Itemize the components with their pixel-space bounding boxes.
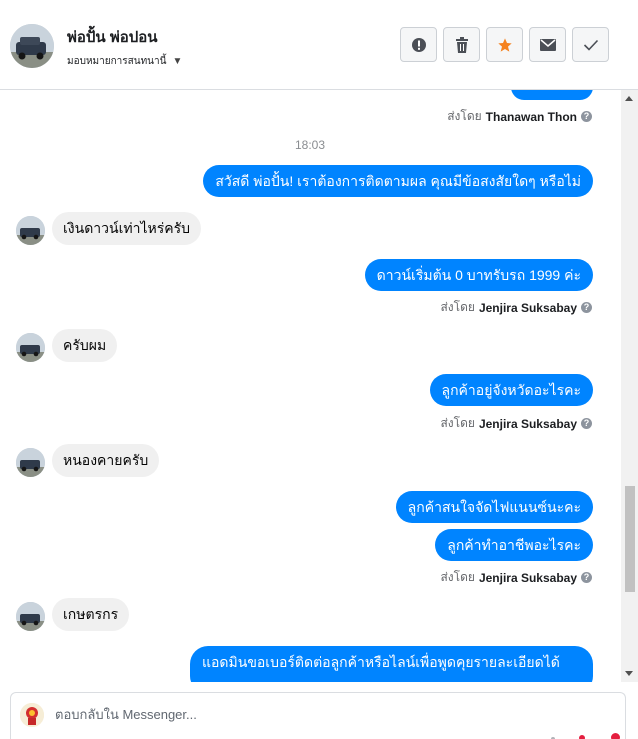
conversation-header: พ่อปั้น พ่อปอน มอบหมายการสนทนานี้ ▼ bbox=[0, 0, 638, 90]
help-icon[interactable]: ? bbox=[581, 418, 592, 429]
page-avatar bbox=[20, 703, 44, 727]
sent-by-label: ส่งโดย Jenjira Suksabay ? bbox=[440, 298, 592, 317]
mark-done-button[interactable] bbox=[572, 27, 609, 62]
caret-down-icon: ▼ bbox=[172, 56, 183, 67]
scroll-down-arrow-icon[interactable] bbox=[625, 671, 633, 676]
envelope-icon bbox=[539, 38, 556, 51]
help-icon[interactable]: ? bbox=[581, 302, 592, 313]
message-bubble-incoming: หนองคายครับ bbox=[52, 444, 160, 477]
check-icon bbox=[583, 39, 598, 51]
reply-composer bbox=[10, 692, 626, 739]
notification-dot bbox=[579, 735, 585, 739]
sent-by-label: ส่งโดย Jenjira Suksabay ? bbox=[440, 568, 592, 587]
thread-scrollbar[interactable] bbox=[621, 90, 638, 682]
message-timestamp: 18:03 bbox=[294, 138, 326, 152]
trash-icon bbox=[455, 36, 468, 53]
exclamation-icon bbox=[411, 37, 426, 52]
assign-conversation-dropdown[interactable]: มอบหมายการสนทนานี้ ▼ bbox=[67, 54, 182, 69]
message-bubble-incoming: เงินดาวน์เท่าไหร่ครับ bbox=[52, 212, 202, 245]
sent-by-label: ส่งโดย Thanawan Thon ? bbox=[447, 107, 592, 126]
assign-label: มอบหมายการสนทนานี้ bbox=[67, 56, 167, 67]
delete-button[interactable] bbox=[443, 27, 480, 62]
header-actions bbox=[400, 27, 609, 62]
message-bubble-incoming: ครับผม bbox=[52, 329, 118, 362]
reply-input[interactable] bbox=[55, 707, 455, 722]
notification-dot bbox=[611, 733, 620, 739]
mark-unread-button[interactable] bbox=[529, 27, 566, 62]
message-bubble-outgoing: ลูกค้าอยู่จังหวัดอะไรคะ bbox=[429, 374, 593, 406]
message-bubble-outgoing: สวัสดี พ่อปั้น! เราต้องการติดตามผล คุณมี… bbox=[203, 165, 593, 197]
spam-button[interactable] bbox=[400, 27, 437, 62]
contact-avatar-small bbox=[16, 448, 45, 477]
message-bubble-outgoing: ดาวน์เริ่มต้น 0 บาทรับรถ 1999 ค่ะ bbox=[364, 259, 593, 291]
star-icon bbox=[497, 37, 512, 52]
sent-by-label: ส่งโดย Jenjira Suksabay ? bbox=[440, 414, 592, 433]
message-bubble-outgoing: ลูกค้าสนใจจัดไฟแนนซ์นะคะ bbox=[395, 491, 593, 523]
scroll-up-arrow-icon[interactable] bbox=[625, 96, 633, 101]
contact-name[interactable]: พ่อปั้น พ่อปอน bbox=[67, 25, 158, 49]
help-icon[interactable]: ? bbox=[581, 572, 592, 583]
message-bubble-incoming: เกษตรกร bbox=[52, 598, 130, 631]
contact-avatar-small bbox=[16, 333, 45, 362]
message-bubble-outgoing: แอดมินขอเบอร์ติดต่อลูกค้าหรือไลน์เพื่อพู… bbox=[190, 646, 593, 682]
star-button[interactable] bbox=[486, 27, 523, 62]
message-bubble-outgoing bbox=[511, 90, 593, 100]
scrollbar-thumb[interactable] bbox=[625, 486, 635, 592]
help-icon[interactable]: ? bbox=[581, 111, 592, 122]
contact-avatar-small bbox=[16, 216, 45, 245]
contact-avatar-small bbox=[16, 602, 45, 631]
contact-avatar[interactable] bbox=[10, 24, 54, 68]
message-bubble-outgoing: ลูกค้าทำอาชีพอะไรคะ bbox=[435, 529, 593, 561]
message-thread[interactable]: ส่งโดย Thanawan Thon ? 18:03 สวัสดี พ่อป… bbox=[0, 90, 620, 682]
